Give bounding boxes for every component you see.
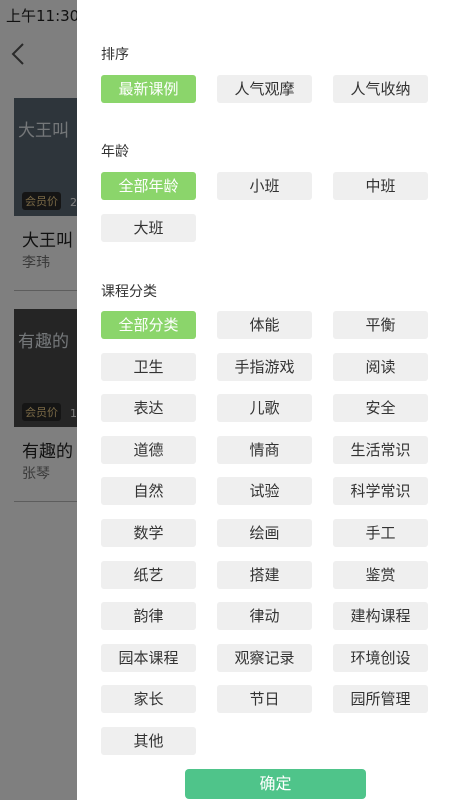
- category-option-chip[interactable]: 道德: [101, 435, 196, 464]
- category-option-chip[interactable]: 鉴赏: [333, 560, 428, 589]
- category-option-chip[interactable]: 观察记录: [217, 643, 312, 672]
- category-option-chip[interactable]: 韵律: [101, 602, 196, 631]
- category-option-chip[interactable]: 全部分类: [101, 311, 196, 339]
- category-option-chip[interactable]: 生活常识: [333, 435, 428, 464]
- category-option-chip[interactable]: 表达: [101, 394, 196, 423]
- category-option-chip[interactable]: 环境创设: [333, 643, 428, 672]
- category-option-chip[interactable]: 平衡: [333, 311, 428, 339]
- category-option-chip[interactable]: 其他: [101, 727, 196, 755]
- category-option-chip[interactable]: 体能: [217, 311, 312, 339]
- category-option-chip[interactable]: 情商: [217, 435, 312, 464]
- category-option-chip[interactable]: 园所管理: [333, 685, 428, 714]
- age-option-chip[interactable]: 小班: [217, 172, 312, 200]
- sort-option-chip[interactable]: 最新课例: [101, 75, 196, 103]
- category-option-chip[interactable]: 纸艺: [101, 560, 196, 589]
- sort-option-chip[interactable]: 人气收纳: [333, 75, 428, 103]
- category-option-chip[interactable]: 试验: [217, 477, 312, 506]
- category-option-chip[interactable]: 安全: [333, 394, 428, 423]
- category-option-chip[interactable]: 家长: [101, 685, 196, 714]
- category-option-chip[interactable]: 手工: [333, 519, 428, 547]
- category-option-chip[interactable]: 卫生: [101, 352, 196, 381]
- category-option-chip[interactable]: 律动: [217, 602, 312, 631]
- confirm-button[interactable]: 确定: [185, 769, 366, 799]
- filter-drawer: 排序 最新课例 人气观摩 人气收纳 年龄 全部年龄 小班 中班大班 课程分类 全部分类体…: [77, 0, 450, 800]
- sort-section-title: 排序: [101, 47, 129, 63]
- age-option-chip[interactable]: 大班: [101, 213, 196, 242]
- category-option-chip[interactable]: 园本课程: [101, 643, 196, 672]
- age-option-chip[interactable]: 全部年龄: [101, 172, 196, 200]
- category-option-chip[interactable]: 数学: [101, 519, 196, 547]
- category-section-title: 课程分类: [101, 284, 157, 300]
- category-option-chip[interactable]: 节日: [217, 685, 312, 714]
- category-option-chip[interactable]: 手指游戏: [217, 352, 312, 381]
- category-option-chip[interactable]: 搭建: [217, 560, 312, 589]
- age-option-chip[interactable]: 中班: [333, 172, 428, 200]
- sort-option-chip[interactable]: 人气观摩: [217, 75, 312, 103]
- category-option-chip[interactable]: 自然: [101, 477, 196, 506]
- category-option-chip[interactable]: 阅读: [333, 352, 428, 381]
- category-option-chip[interactable]: 科学常识: [333, 477, 428, 506]
- category-option-chip[interactable]: 建构课程: [333, 602, 428, 631]
- category-option-chip[interactable]: 绘画: [217, 519, 312, 547]
- age-section-title: 年龄: [101, 144, 129, 160]
- category-option-chip[interactable]: 儿歌: [217, 394, 312, 423]
